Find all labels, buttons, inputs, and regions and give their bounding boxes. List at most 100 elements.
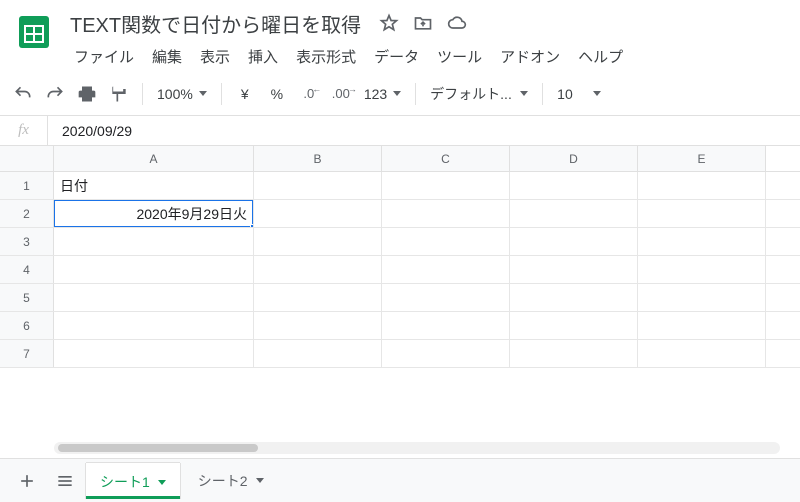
add-sheet-button[interactable] bbox=[10, 464, 44, 498]
cell-D1[interactable] bbox=[510, 172, 638, 199]
cell-A7[interactable] bbox=[54, 340, 254, 367]
cell-B2[interactable] bbox=[254, 200, 382, 227]
col-header-B[interactable]: B bbox=[254, 146, 382, 171]
cell-A4[interactable] bbox=[54, 256, 254, 283]
font-family-select[interactable]: デフォルト... bbox=[424, 79, 534, 109]
decrease-decimal-button[interactable]: .0← bbox=[294, 79, 324, 109]
cell-E5[interactable] bbox=[638, 284, 766, 311]
menu-help[interactable]: ヘルプ bbox=[570, 42, 631, 71]
menu-view[interactable]: 表示 bbox=[192, 42, 238, 71]
cell-B6[interactable] bbox=[254, 312, 382, 339]
row-header-1[interactable]: 1 bbox=[0, 172, 54, 199]
sheets-logo-icon[interactable] bbox=[12, 10, 56, 54]
menu-file[interactable]: ファイル bbox=[66, 42, 142, 71]
cell-C5[interactable] bbox=[382, 284, 510, 311]
cell-E7[interactable] bbox=[638, 340, 766, 367]
cell-E2[interactable] bbox=[638, 200, 766, 227]
cell-D5[interactable] bbox=[510, 284, 638, 311]
menu-insert[interactable]: 挿入 bbox=[240, 42, 286, 71]
cell-E6[interactable] bbox=[638, 312, 766, 339]
row-4: 4 bbox=[0, 256, 800, 284]
select-all-corner[interactable] bbox=[0, 146, 54, 171]
cell-B3[interactable] bbox=[254, 228, 382, 255]
row-header-2[interactable]: 2 bbox=[0, 200, 54, 227]
cell-B7[interactable] bbox=[254, 340, 382, 367]
star-icon[interactable] bbox=[379, 13, 399, 33]
cell-D6[interactable] bbox=[510, 312, 638, 339]
move-icon[interactable] bbox=[413, 13, 433, 33]
fx-label[interactable]: fx bbox=[0, 116, 48, 145]
redo-button[interactable] bbox=[40, 79, 70, 109]
cell-B4[interactable] bbox=[254, 256, 382, 283]
cell-D3[interactable] bbox=[510, 228, 638, 255]
google-sheets-app: TEXT関数で日付から曜日を取得 ファイル 編集 表示 挿入 bbox=[0, 0, 800, 502]
header: TEXT関数で日付から曜日を取得 ファイル 編集 表示 挿入 bbox=[0, 0, 800, 72]
menu-addons[interactable]: アドオン bbox=[492, 42, 568, 71]
col-header-D[interactable]: D bbox=[510, 146, 638, 171]
sheet-tab-1[interactable]: シート1 bbox=[86, 463, 180, 499]
menu-format[interactable]: 表示形式 bbox=[288, 42, 364, 71]
menu-tools[interactable]: ツール bbox=[429, 42, 490, 71]
column-headers: A B C D E bbox=[0, 146, 800, 172]
cloud-status-icon[interactable] bbox=[447, 13, 467, 33]
cell-A2[interactable]: 2020年9月29日火 bbox=[54, 200, 254, 227]
toolbar-separator bbox=[142, 83, 143, 105]
chevron-down-icon bbox=[393, 91, 401, 96]
undo-button[interactable] bbox=[8, 79, 38, 109]
row-7: 7 bbox=[0, 340, 800, 368]
all-sheets-button[interactable] bbox=[48, 464, 82, 498]
cell-C1[interactable] bbox=[382, 172, 510, 199]
cell-C6[interactable] bbox=[382, 312, 510, 339]
cell-D2[interactable] bbox=[510, 200, 638, 227]
cell-E4[interactable] bbox=[638, 256, 766, 283]
chevron-down-icon[interactable] bbox=[256, 478, 264, 483]
formula-input[interactable]: 2020/09/29 bbox=[48, 123, 800, 139]
chevron-down-icon bbox=[199, 91, 207, 96]
document-title[interactable]: TEXT関数で日付から曜日を取得 bbox=[66, 7, 365, 40]
row-header-7[interactable]: 7 bbox=[0, 340, 54, 367]
cell-A3[interactable] bbox=[54, 228, 254, 255]
col-header-C[interactable]: C bbox=[382, 146, 510, 171]
print-button[interactable] bbox=[72, 79, 102, 109]
zoom-select[interactable]: 100% bbox=[151, 79, 213, 109]
chevron-down-icon[interactable] bbox=[158, 480, 166, 485]
row-header-5[interactable]: 5 bbox=[0, 284, 54, 311]
cell-D4[interactable] bbox=[510, 256, 638, 283]
scrollbar-thumb[interactable] bbox=[58, 444, 258, 452]
row-header-3[interactable]: 3 bbox=[0, 228, 54, 255]
toolbar-separator bbox=[415, 83, 416, 105]
increase-decimal-button[interactable]: .00→ bbox=[326, 79, 356, 109]
fill-handle[interactable] bbox=[250, 224, 254, 227]
menu-data[interactable]: データ bbox=[366, 42, 427, 71]
row-header-6[interactable]: 6 bbox=[0, 312, 54, 339]
menu-edit[interactable]: 編集 bbox=[144, 42, 190, 71]
cell-E1[interactable] bbox=[638, 172, 766, 199]
cell-C3[interactable] bbox=[382, 228, 510, 255]
cell-C7[interactable] bbox=[382, 340, 510, 367]
font-size-select[interactable]: 10 bbox=[551, 79, 607, 109]
row-header-4[interactable]: 4 bbox=[0, 256, 54, 283]
cell-A5[interactable] bbox=[54, 284, 254, 311]
format-currency-button[interactable]: ¥ bbox=[230, 79, 260, 109]
row-6: 6 bbox=[0, 312, 800, 340]
grid-rows: 1 日付 2 2020年9月29日火 3 bbox=[0, 172, 800, 368]
formula-bar: fx 2020/09/29 bbox=[0, 116, 800, 146]
cell-B1[interactable] bbox=[254, 172, 382, 199]
cell-C2[interactable] bbox=[382, 200, 510, 227]
header-main: TEXT関数で日付から曜日を取得 ファイル 編集 表示 挿入 bbox=[66, 8, 788, 72]
col-header-A[interactable]: A bbox=[54, 146, 254, 171]
format-percent-button[interactable]: % bbox=[262, 79, 292, 109]
cell-E3[interactable] bbox=[638, 228, 766, 255]
cell-C4[interactable] bbox=[382, 256, 510, 283]
cell-D7[interactable] bbox=[510, 340, 638, 367]
cell-B5[interactable] bbox=[254, 284, 382, 311]
sheet-tab-bar: シート1 シート2 bbox=[0, 458, 800, 502]
col-header-E[interactable]: E bbox=[638, 146, 766, 171]
row-1: 1 日付 bbox=[0, 172, 800, 200]
sheet-tab-2[interactable]: シート2 bbox=[184, 463, 278, 499]
cell-A1[interactable]: 日付 bbox=[54, 172, 254, 199]
more-formats-button[interactable]: 123 bbox=[358, 79, 407, 109]
cell-A6[interactable] bbox=[54, 312, 254, 339]
horizontal-scrollbar[interactable] bbox=[54, 442, 780, 454]
paint-format-button[interactable] bbox=[104, 79, 134, 109]
